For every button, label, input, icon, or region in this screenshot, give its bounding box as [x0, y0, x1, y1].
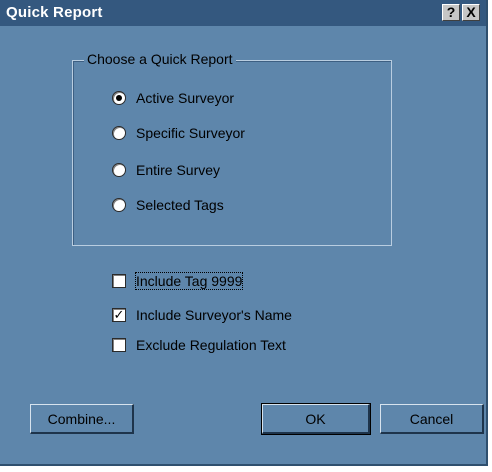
dialog-title: Quick Report — [6, 4, 103, 21]
checkbox-exclude-regulation-text[interactable]: Exclude Regulation Text — [112, 336, 286, 354]
radio-button[interactable] — [112, 126, 126, 140]
close-button[interactable]: X — [462, 4, 480, 21]
cancel-button[interactable]: Cancel — [380, 404, 484, 434]
radio-specific-surveyor[interactable]: Specific Surveyor — [112, 124, 245, 142]
radio-label: Entire Survey — [136, 162, 221, 178]
help-icon: ? — [446, 4, 456, 20]
radio-active-surveyor[interactable]: Active Surveyor — [112, 89, 234, 107]
ok-button[interactable]: OK — [261, 403, 371, 435]
checkbox-include-surveyors-name[interactable]: ✓ Include Surveyor's Name — [112, 306, 292, 324]
checkbox-label: Include Tag 9999 — [134, 272, 244, 290]
report-type-group-label: Choose a Quick Report — [84, 51, 236, 67]
radio-button-selected[interactable] — [112, 91, 126, 105]
quick-report-dialog: Quick Report ? X Choose a Quick Report A… — [0, 0, 488, 466]
checkbox-label: Include Surveyor's Name — [136, 307, 292, 323]
report-type-groupbox — [72, 60, 392, 246]
checkbox-box[interactable] — [112, 338, 126, 352]
radio-button[interactable] — [112, 163, 126, 177]
title-bar[interactable]: Quick Report ? X — [0, 0, 486, 26]
close-icon: X — [466, 4, 476, 20]
radio-entire-survey[interactable]: Entire Survey — [112, 161, 220, 179]
checkbox-box[interactable] — [112, 274, 126, 288]
radio-label: Active Surveyor — [136, 90, 235, 106]
radio-label: Selected Tags — [136, 197, 224, 213]
radio-button[interactable] — [112, 198, 126, 212]
radio-selected-tags[interactable]: Selected Tags — [112, 196, 224, 214]
checkbox-include-tag-9999[interactable]: Include Tag 9999 — [112, 272, 244, 290]
checkbox-label: Exclude Regulation Text — [136, 337, 286, 353]
radio-label: Specific Surveyor — [136, 125, 245, 141]
combine-button[interactable]: Combine... — [30, 404, 134, 434]
help-button[interactable]: ? — [442, 4, 460, 21]
checkmark-icon[interactable]: ✓ — [112, 308, 126, 322]
